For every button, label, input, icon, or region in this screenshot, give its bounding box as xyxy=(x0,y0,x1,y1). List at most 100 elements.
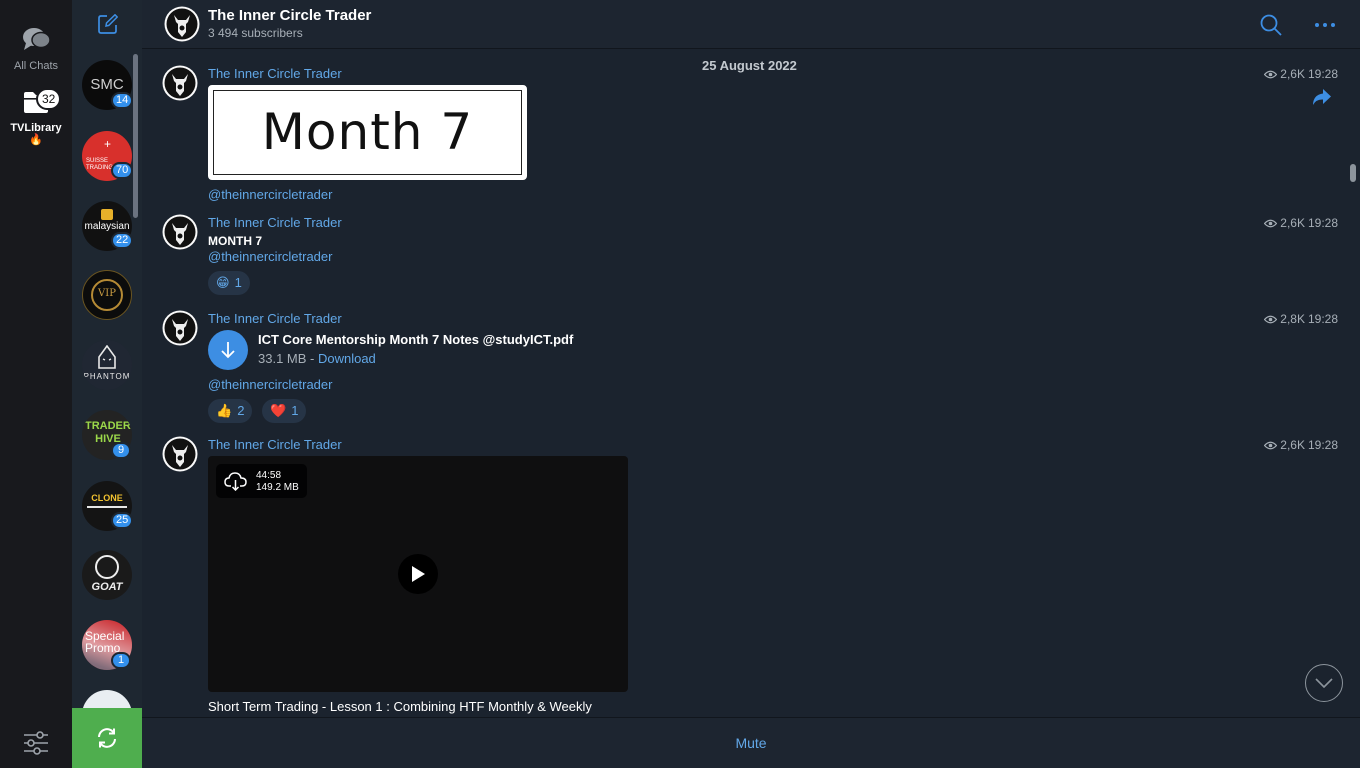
chat-avatar-vip[interactable]: VIP xyxy=(82,270,132,320)
message-time: 19:28 xyxy=(1307,312,1338,326)
goat-emblem-icon xyxy=(95,555,119,579)
chat-unread-badge: 70 xyxy=(111,162,134,179)
message-author-avatar[interactable] xyxy=(162,310,198,346)
message-author[interactable]: The Inner Circle Trader xyxy=(208,66,342,81)
video-download-info[interactable]: 44:58 149.2 MB xyxy=(216,464,307,498)
view-count: 2,6K xyxy=(1280,216,1305,230)
author-link[interactable]: @theinnercircletrader xyxy=(208,377,332,392)
message-time: 19:28 xyxy=(1307,67,1338,81)
fire-emoji: 🔥 xyxy=(29,134,43,146)
video-duration: 44:58 xyxy=(256,470,282,481)
chat-avatar-text: malaysian xyxy=(84,221,130,232)
search-button[interactable] xyxy=(1260,14,1282,41)
reaction-count: 1 xyxy=(234,275,242,290)
reaction-emoji: ❤️ xyxy=(270,403,287,418)
reaction-thumbs-up[interactable]: 👍 2 xyxy=(208,399,253,423)
cloud-download-icon xyxy=(224,472,247,491)
folder-unread-badge: 32 xyxy=(36,88,62,110)
update-button[interactable] xyxy=(72,708,142,768)
reaction-count: 2 xyxy=(237,403,245,418)
views-eye-icon xyxy=(1264,441,1278,449)
download-link[interactable]: Download xyxy=(318,351,376,366)
chat-list: SMC 14 SUISSE TRADING + 70 malaysian 22 … xyxy=(72,0,142,768)
message-meta: 2,6K 19:28 xyxy=(1264,216,1338,230)
more-dots-icon xyxy=(1315,23,1335,27)
refresh-icon xyxy=(98,728,116,748)
share-button[interactable] xyxy=(1312,88,1332,111)
video-player[interactable]: 44:58 149.2 MB xyxy=(208,456,628,692)
folder-all-chats[interactable]: All Chats xyxy=(0,26,72,72)
logo-icon xyxy=(101,209,113,220)
file-size: 33.1 MB - xyxy=(258,351,318,366)
download-arrow-icon xyxy=(221,342,235,359)
view-count: 2,6K xyxy=(1280,67,1305,81)
chat-unread-badge: 9 xyxy=(111,442,131,459)
compose-button[interactable] xyxy=(98,13,119,39)
message-author[interactable]: The Inner Circle Trader xyxy=(208,311,342,326)
chat-avatar-text: SMC xyxy=(90,76,124,93)
channel-avatar[interactable] xyxy=(164,6,200,42)
file-download-button[interactable] xyxy=(208,330,248,370)
chat-avatar-text: PHANTOM xyxy=(83,372,131,381)
views-eye-icon xyxy=(1264,219,1278,227)
reaction-grin[interactable]: 😁 1 xyxy=(208,271,250,295)
compose-icon xyxy=(98,13,119,34)
plus-icon: + xyxy=(104,137,112,151)
mute-button[interactable]: Mute xyxy=(142,735,1360,751)
chats-icon xyxy=(23,28,51,50)
play-button[interactable] xyxy=(398,554,438,594)
chat-avatar-text: VIP xyxy=(98,288,116,299)
chat-list-scrollbar[interactable] xyxy=(133,54,138,218)
view-count: 2,8K xyxy=(1280,312,1305,326)
message-author[interactable]: The Inner Circle Trader xyxy=(208,437,342,452)
sliders-icon xyxy=(24,731,48,755)
hooded-figure-icon xyxy=(98,345,116,369)
author-link[interactable]: @theinnercircletrader xyxy=(208,187,332,202)
subscriber-count: 3 494 subscribers xyxy=(208,26,303,40)
folder-tvlibrary[interactable]: 32 TVLibrary 🔥 xyxy=(0,88,72,146)
message-time: 19:28 xyxy=(1307,216,1338,230)
reaction-count: 1 xyxy=(291,403,299,418)
chat-avatar-phantom[interactable]: PHANTOM xyxy=(82,340,132,390)
message-author-avatar[interactable] xyxy=(162,214,198,250)
messages-scrollbar[interactable] xyxy=(1350,164,1356,182)
folder-label: All Chats xyxy=(13,60,59,72)
chat-avatar-goat[interactable]: GOAT xyxy=(82,550,132,600)
file-name[interactable]: ICT Core Mentorship Month 7 Notes @study… xyxy=(258,332,573,347)
chat-avatar-text: Special Promo xyxy=(85,629,125,655)
scroll-to-bottom-button[interactable] xyxy=(1305,664,1343,702)
message-text: MONTH 7 xyxy=(208,234,262,248)
views-eye-icon xyxy=(1264,315,1278,323)
chat-unread-badge: 22 xyxy=(111,232,134,249)
reaction-emoji: 👍 xyxy=(216,403,233,418)
channel-view: The Inner Circle Trader 3 494 subscriber… xyxy=(142,0,1360,768)
message-author-avatar[interactable] xyxy=(162,436,198,472)
chat-unread-badge: 14 xyxy=(111,92,134,109)
date-separator: 25 August 2022 xyxy=(702,58,797,73)
channel-header[interactable]: The Inner Circle Trader 3 494 subscriber… xyxy=(142,0,1360,49)
message-time: 19:28 xyxy=(1307,438,1338,452)
author-link[interactable]: @theinnercircletrader xyxy=(208,249,332,264)
reaction-emoji: 😁 xyxy=(216,275,230,290)
file-info: 33.1 MB - Download xyxy=(258,351,376,366)
share-arrow-icon xyxy=(1313,89,1331,105)
channel-footer: Mute xyxy=(142,717,1360,768)
channel-title: The Inner Circle Trader xyxy=(208,7,372,24)
message-meta: 2,6K 19:28 xyxy=(1264,438,1338,452)
video-caption: Short Term Trading - Lesson 1 : Combinin… xyxy=(208,699,592,714)
reaction-heart[interactable]: ❤️ 1 xyxy=(262,399,307,423)
views-eye-icon xyxy=(1264,70,1278,78)
divider xyxy=(87,506,127,508)
chevron-down-icon xyxy=(1315,678,1333,688)
message-author[interactable]: The Inner Circle Trader xyxy=(208,215,342,230)
folders-sidebar: All Chats 32 TVLibrary 🔥 xyxy=(0,0,72,768)
filter-settings-button[interactable] xyxy=(22,730,50,761)
more-options-button[interactable] xyxy=(1314,14,1336,41)
message-photo[interactable]: Month 7 xyxy=(208,85,527,180)
photo-text: Month 7 xyxy=(261,103,474,161)
chat-unread-badge: 25 xyxy=(111,512,134,529)
chat-avatar-text: GOAT xyxy=(91,581,123,593)
play-icon xyxy=(412,566,425,582)
telegram-app: All Chats 32 TVLibrary 🔥 SMC 14 SUISSE T… xyxy=(0,0,1360,768)
message-author-avatar[interactable] xyxy=(162,65,198,101)
